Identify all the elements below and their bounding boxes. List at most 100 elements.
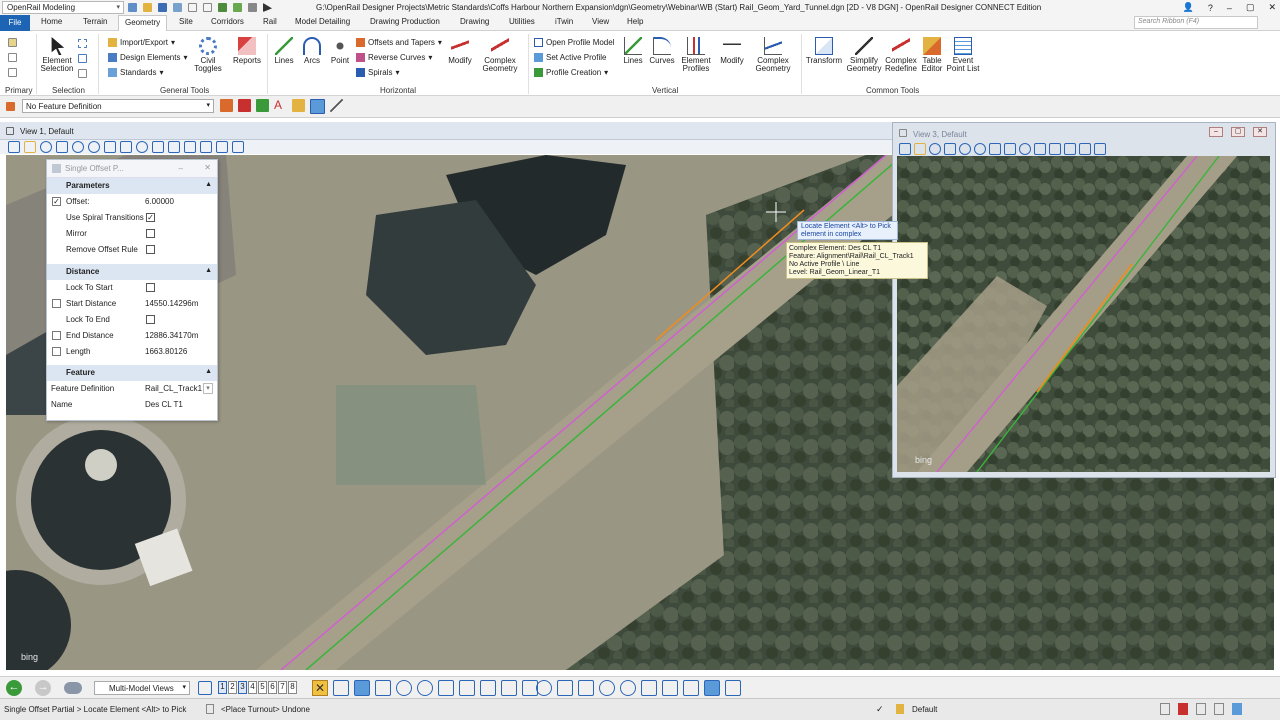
offset-input[interactable]: 6.00000 — [145, 197, 174, 206]
tab-geometry[interactable]: Geometry — [118, 15, 168, 32]
civil-accudraw-icon[interactable] — [704, 680, 720, 696]
window-area-icon[interactable] — [989, 143, 1001, 155]
vertical-modify-button[interactable]: Modify — [717, 37, 747, 65]
document-icon[interactable] — [1160, 703, 1170, 715]
modify-button[interactable]: Modify — [445, 37, 475, 65]
table-editor-button[interactable]: Table Editor — [919, 37, 945, 73]
end-distance-lock-checkbox[interactable] — [52, 331, 61, 340]
pin-icon[interactable] — [218, 3, 227, 12]
length-lock-checkbox[interactable] — [52, 347, 61, 356]
zoom-in-icon[interactable] — [72, 141, 84, 153]
primary-tool-icon[interactable] — [8, 38, 17, 47]
view-next-icon[interactable] — [1064, 143, 1076, 155]
levels-icon[interactable] — [578, 680, 594, 696]
snap-center-icon[interactable] — [396, 680, 412, 696]
template-icon[interactable] — [220, 99, 233, 112]
open-file-icon[interactable] — [143, 3, 152, 12]
primary-tool-icon[interactable] — [8, 53, 17, 62]
new-file-icon[interactable] — [128, 3, 137, 12]
tab-view[interactable]: View — [592, 17, 609, 26]
view-button-8[interactable]: 8 — [288, 681, 297, 694]
mirror-checkbox[interactable] — [146, 229, 155, 238]
vertical-lines-button[interactable]: Lines — [620, 37, 646, 65]
view-button-1[interactable]: 1 — [218, 681, 227, 694]
section-parameters[interactable]: Parameters ▲ — [47, 178, 217, 194]
view-previous-icon[interactable] — [1049, 143, 1061, 155]
redo-icon[interactable] — [203, 3, 212, 12]
lock-to-start-checkbox[interactable] — [146, 283, 155, 292]
view-button-7[interactable]: 7 — [278, 681, 287, 694]
pen-icon[interactable]: ✓ — [876, 704, 884, 715]
sheet-icon[interactable] — [1196, 703, 1206, 715]
snap-icon[interactable] — [310, 99, 325, 114]
back-icon[interactable]: ← — [6, 680, 22, 696]
tab-drawing[interactable]: Drawing — [460, 17, 489, 26]
minimize-icon[interactable]: – — [1209, 127, 1223, 137]
sun-icon[interactable] — [929, 143, 941, 155]
complex-redefine-button[interactable]: Complex Redefine — [883, 37, 919, 73]
reverse-curves-button[interactable]: Reverse Curves ▾ — [356, 53, 432, 62]
tab-itwin[interactable]: iTwin — [555, 17, 573, 26]
end-distance-input[interactable]: 12886.34170m — [145, 331, 198, 340]
pan-view-icon[interactable] — [1034, 143, 1046, 155]
pan-view-icon[interactable] — [152, 141, 164, 153]
accudraw-icon[interactable]: ✕ — [312, 680, 328, 696]
minimize-icon[interactable]: – — [1227, 3, 1232, 13]
lock-icon[interactable] — [896, 704, 904, 714]
save-as-icon[interactable] — [173, 3, 182, 12]
mesh-icon[interactable] — [256, 99, 269, 112]
close-icon[interactable]: ✕ — [204, 163, 211, 172]
snap-intersection-icon[interactable] — [459, 680, 475, 696]
select-all-icon[interactable] — [78, 39, 87, 48]
complex-geometry-button[interactable]: Complex Geometry — [478, 37, 522, 73]
view-button-3[interactable]: 3 — [238, 681, 247, 694]
sun-icon[interactable] — [40, 141, 52, 153]
view-button-2[interactable]: 2 — [228, 681, 237, 694]
close-icon[interactable]: ✕ — [1253, 127, 1267, 137]
tab-site[interactable]: Site — [179, 17, 193, 26]
tab-home[interactable]: Home — [41, 17, 62, 26]
transform-button[interactable]: Transform — [805, 37, 843, 65]
refresh-icon[interactable] — [233, 3, 242, 12]
forward-icon[interactable]: → — [35, 680, 51, 696]
snap-midpoint-icon[interactable] — [375, 680, 391, 696]
clip-volume-icon[interactable] — [216, 141, 228, 153]
view3-map-canvas[interactable]: bing — [897, 156, 1270, 472]
reports-button[interactable]: Reports — [230, 37, 264, 65]
cursor-icon[interactable] — [263, 3, 272, 12]
view-previous-icon[interactable] — [168, 141, 180, 153]
pdf-icon[interactable] — [1178, 703, 1188, 715]
snap-keypoint-icon[interactable] — [333, 680, 349, 696]
length-input[interactable]: 1663.80126 — [145, 347, 187, 356]
view-attributes-icon[interactable] — [8, 141, 20, 153]
print-icon[interactable] — [248, 3, 257, 12]
tab-utilities[interactable]: Utilities — [509, 17, 535, 26]
rotate-view-icon[interactable] — [1019, 143, 1031, 155]
vertical-curves-button[interactable]: Curves — [648, 37, 676, 65]
circle-tool-icon[interactable] — [599, 680, 615, 696]
update-view-icon[interactable] — [56, 141, 68, 153]
search-ribbon-input[interactable]: Search Ribbon (F4) — [1134, 16, 1258, 29]
fit-view-icon[interactable] — [120, 141, 132, 153]
maximize-icon[interactable]: ▢ — [1231, 127, 1245, 137]
open-profile-model-button[interactable]: Open Profile Model — [534, 38, 614, 47]
save-icon[interactable] — [158, 3, 167, 12]
lock-to-end-checkbox[interactable] — [146, 315, 155, 324]
locks-icon[interactable] — [557, 680, 573, 696]
civil-toggles-button[interactable]: Civil Toggles — [190, 37, 226, 73]
dialog-header[interactable]: Single Offset P... – ✕ — [47, 160, 217, 178]
window-area-icon[interactable] — [104, 141, 116, 153]
close-icon[interactable]: ✕ — [1268, 2, 1276, 13]
grid-icon[interactable] — [536, 680, 552, 696]
clip-volume-icon[interactable] — [1094, 143, 1106, 155]
feature-definition-dropdown[interactable]: No Feature Definition ▾ — [22, 99, 214, 113]
copy-view-icon[interactable] — [1079, 143, 1091, 155]
fence-icon[interactable] — [78, 54, 87, 63]
view-button-6[interactable]: 6 — [268, 681, 277, 694]
move-tool-icon[interactable] — [683, 680, 699, 696]
snap-bisector-icon[interactable] — [438, 680, 454, 696]
help-icon[interactable]: ? — [1208, 3, 1213, 13]
tab-help[interactable]: Help — [627, 17, 643, 26]
design-elements-button[interactable]: Design Elements ▾ — [108, 53, 188, 62]
feature-definition-select[interactable]: Rail_CL_Track1 — [145, 384, 202, 393]
